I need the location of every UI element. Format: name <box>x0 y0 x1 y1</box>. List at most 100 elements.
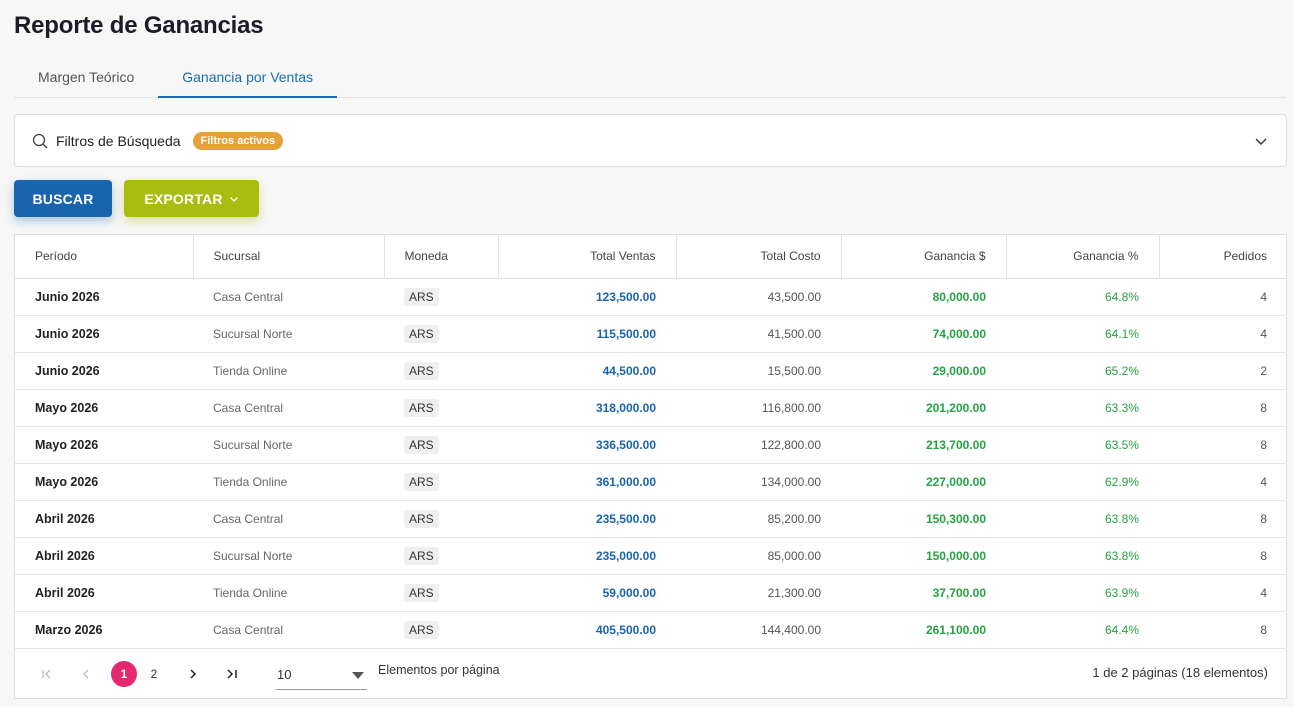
cell-periodo: Mayo 2026 <box>15 426 193 464</box>
table-row[interactable]: Junio 2026 Casa Central ARS 123,500.00 43,50… <box>15 278 1287 316</box>
table-row[interactable]: Junio 2026 Sucursal Norte ARS 115,500.00 41,… <box>15 315 1287 353</box>
cell-periodo: Junio 2026 <box>15 352 193 390</box>
table-row[interactable]: Abril 2026 Tienda Online ARS 59,000.00 21,30… <box>15 574 1287 612</box>
cell-total-ventas: 44,500.00 <box>498 352 676 390</box>
currency-chip: ARS <box>404 435 439 454</box>
currency-chip: ARS <box>404 546 439 565</box>
pagination-info: 1 de 2 páginas (18 elementos) <box>1092 665 1268 680</box>
next-page-icon[interactable] <box>186 667 200 681</box>
prev-page-icon[interactable] <box>79 667 93 681</box>
cell-total-ventas: 59,000.00 <box>498 574 676 612</box>
cell-sucursal: Casa Central <box>193 611 384 649</box>
cell-ganancia-monto: 213,700.00 <box>841 426 1006 464</box>
cell-moneda: ARS <box>384 611 498 649</box>
cell-moneda: ARS <box>384 463 498 501</box>
column-header-total-costo[interactable]: Total Costo <box>676 235 842 279</box>
column-header-moneda[interactable]: Moneda <box>384 235 499 279</box>
cell-total-ventas: 235,500.00 <box>498 500 676 538</box>
cell-periodo: Mayo 2026 <box>15 389 193 427</box>
table-row[interactable]: Abril 2026 Sucursal Norte ARS 235,000.00 85,… <box>15 537 1287 575</box>
cell-periodo: Marzo 2026 <box>15 611 193 649</box>
table-row[interactable]: Mayo 2026 Tienda Online ARS 361,000.00 134,0… <box>15 463 1287 501</box>
column-header-ganancia-porcentaje[interactable]: Ganancia % <box>1006 235 1160 279</box>
cell-pedidos: 4 <box>1159 278 1287 316</box>
cell-sucursal: Tienda Online <box>193 352 384 390</box>
export-button[interactable]: EXPORTAR <box>124 180 259 217</box>
cell-ganancia-porcentaje: 63.5% <box>1006 426 1159 464</box>
cell-sucursal: Sucursal Norte <box>193 537 384 575</box>
cell-periodo: Mayo 2026 <box>15 463 193 501</box>
cell-ganancia-porcentaje: 63.8% <box>1006 537 1159 575</box>
cell-sucursal: Casa Central <box>193 500 384 538</box>
cell-total-costo: 15,500.00 <box>676 352 841 390</box>
tab-bar: Margen Teórico Ganancia por Ventas <box>14 58 1286 98</box>
tab-ganancia-por-ventas[interactable]: Ganancia por Ventas <box>158 58 338 98</box>
cell-pedidos: 8 <box>1159 426 1287 464</box>
cell-total-costo: 43,500.00 <box>676 278 841 316</box>
page-size-label: Elementos por página <box>378 663 500 677</box>
cell-periodo: Junio 2026 <box>15 315 193 353</box>
cell-ganancia-porcentaje: 64.4% <box>1006 611 1159 649</box>
currency-chip: ARS <box>404 620 439 639</box>
currency-chip: ARS <box>404 583 439 602</box>
profit-table: Período Sucursal Moneda Total Ventas Tot… <box>14 234 1287 699</box>
search-button[interactable]: BUSCAR <box>14 180 112 217</box>
dropdown-arrow-icon <box>352 672 364 679</box>
cell-moneda: ARS <box>384 574 498 612</box>
cell-pedidos: 2 <box>1159 352 1287 390</box>
cell-periodo: Junio 2026 <box>15 278 193 316</box>
cell-moneda: ARS <box>384 537 498 575</box>
cell-moneda: ARS <box>384 352 498 390</box>
cell-total-ventas: 361,000.00 <box>498 463 676 501</box>
page-button-1[interactable]: 1 <box>111 661 137 687</box>
column-header-sucursal[interactable]: Sucursal <box>193 235 385 279</box>
cell-total-costo: 116,800.00 <box>676 389 841 427</box>
table-row[interactable]: Mayo 2026 Sucursal Norte ARS 336,500.00 122,… <box>15 426 1287 464</box>
table-row[interactable]: Abril 2026 Casa Central ARS 235,500.00 85,20… <box>15 500 1287 538</box>
currency-chip: ARS <box>404 509 439 528</box>
table-row[interactable]: Junio 2026 Tienda Online ARS 44,500.00 15,50… <box>15 352 1287 390</box>
cell-sucursal: Sucursal Norte <box>193 315 384 353</box>
column-header-ganancia-monto[interactable]: Ganancia $ <box>841 235 1007 279</box>
first-page-icon[interactable] <box>40 667 54 681</box>
cell-pedidos: 8 <box>1159 611 1287 649</box>
page-size-select[interactable]: 10 <box>276 658 367 690</box>
cell-ganancia-monto: 201,200.00 <box>841 389 1006 427</box>
filter-panel-header[interactable]: Filtros de Búsqueda Filtros activos <box>14 114 1287 167</box>
cell-pedidos: 4 <box>1159 463 1287 501</box>
tab-margen-teorico[interactable]: Margen Teórico <box>14 58 158 98</box>
cell-ganancia-porcentaje: 63.9% <box>1006 574 1159 612</box>
cell-total-ventas: 405,500.00 <box>498 611 676 649</box>
cell-ganancia-porcentaje: 65.2% <box>1006 352 1159 390</box>
cell-total-costo: 21,300.00 <box>676 574 841 612</box>
filter-title: Filtros de Búsqueda <box>56 132 181 149</box>
column-header-periodo[interactable]: Período <box>15 235 194 279</box>
currency-chip: ARS <box>404 287 439 306</box>
page-size-value: 10 <box>277 667 292 682</box>
cell-moneda: ARS <box>384 500 498 538</box>
cell-ganancia-monto: 150,000.00 <box>841 537 1006 575</box>
cell-ganancia-porcentaje: 63.3% <box>1006 389 1159 427</box>
cell-periodo: Abril 2026 <box>15 537 193 575</box>
cell-total-costo: 144,400.00 <box>676 611 841 649</box>
cell-sucursal: Tienda Online <box>193 463 384 501</box>
cell-sucursal: Tienda Online <box>193 574 384 612</box>
table-row[interactable]: Mayo 2026 Casa Central ARS 318,000.00 116,80… <box>15 389 1287 427</box>
chevron-down-icon[interactable] <box>1254 134 1268 148</box>
cell-moneda: ARS <box>384 389 498 427</box>
cell-ganancia-porcentaje: 64.1% <box>1006 315 1159 353</box>
cell-pedidos: 8 <box>1159 389 1287 427</box>
last-page-icon[interactable] <box>225 667 239 681</box>
currency-chip: ARS <box>404 324 439 343</box>
column-header-total-ventas[interactable]: Total Ventas <box>498 235 677 279</box>
cell-total-ventas: 318,000.00 <box>498 389 676 427</box>
page-button-2[interactable]: 2 <box>141 661 167 687</box>
cell-ganancia-monto: 29,000.00 <box>841 352 1006 390</box>
cell-periodo: Abril 2026 <box>15 574 193 612</box>
cell-total-ventas: 123,500.00 <box>498 278 676 316</box>
column-header-pedidos[interactable]: Pedidos <box>1159 235 1287 279</box>
table-row[interactable]: Marzo 2026 Casa Central ARS 405,500.00 144,4… <box>15 611 1287 649</box>
cell-pedidos: 8 <box>1159 537 1287 575</box>
cell-total-costo: 85,000.00 <box>676 537 841 575</box>
cell-total-costo: 134,000.00 <box>676 463 841 501</box>
